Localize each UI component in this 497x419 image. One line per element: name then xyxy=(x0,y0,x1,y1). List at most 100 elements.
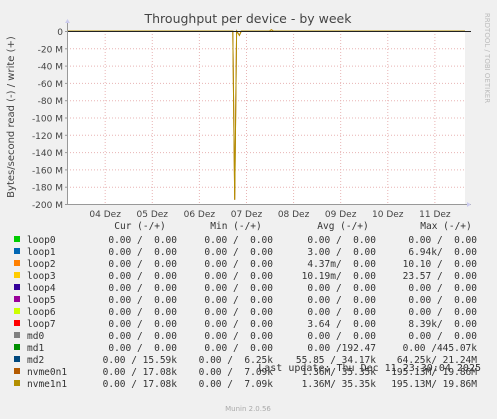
y-tick-label: -140 M xyxy=(32,149,63,159)
legend-max: 10.10 / 0.00 xyxy=(403,259,478,270)
legend-name: loop3 xyxy=(27,271,56,282)
legend-avg: 4.37m/ 0.00 xyxy=(307,259,376,270)
legend-avg: 0.00 / 0.00 xyxy=(307,307,376,318)
y-axis-ticks: 0 -20 M -40 M -60 M -80 M -100 M -120 M -140 M -… xyxy=(32,28,67,211)
legend-min: 0.00 / 7.09k xyxy=(199,379,274,390)
legend-swatch xyxy=(14,260,20,266)
legend-swatch xyxy=(14,296,20,302)
x-tick-label: 09 Dez xyxy=(325,210,357,220)
y-tick-label: -180 M xyxy=(32,184,63,194)
legend-name: loop0 xyxy=(27,235,56,246)
legend-min: 0.00 / 0.00 xyxy=(204,295,273,306)
legend-max: 6.94k/ 0.00 xyxy=(408,247,477,258)
legend-name: md2 xyxy=(27,355,44,366)
legend-swatch xyxy=(14,368,20,374)
legend-avg: 3.64 / 0.00 xyxy=(307,319,376,330)
y-axis-label: Bytes/second read (-) / write (+) xyxy=(6,36,17,198)
legend-cur: 0.00 / 0.00 xyxy=(108,235,177,246)
legend-max: 8.39k/ 0.00 xyxy=(408,319,477,330)
legend-max: 0.00 / 0.00 xyxy=(408,331,477,342)
legend-cur: 0.00 / 0.00 xyxy=(108,343,177,354)
legend-header: Avg (-/+) xyxy=(317,221,368,232)
x-tick-label: 11 Dez xyxy=(419,210,451,220)
y-tick-label: -100 M xyxy=(32,115,63,125)
legend-cur: 0.00 / 0.00 xyxy=(108,283,177,294)
legend-avg: 10.19m/ 0.00 xyxy=(302,271,377,282)
chart-title: Throughput per device - by week xyxy=(144,11,353,26)
legend-avg: 0.00 /192.47 xyxy=(307,343,376,354)
legend-max: 0.00 / 0.00 xyxy=(408,295,477,306)
legend-name: md0 xyxy=(27,331,44,342)
legend-min: 0.00 / 0.00 xyxy=(204,331,273,342)
y-tick-label: -160 M xyxy=(32,166,63,176)
legend-min: 0.00 / 0.00 xyxy=(204,235,273,246)
rrdtool-credit: RRDTOOL / TOBI OETIKER xyxy=(483,13,491,103)
legend-swatch xyxy=(14,320,20,326)
y-tick-label: 0 xyxy=(57,28,63,38)
legend-cur: 0.00 / 0.00 xyxy=(108,271,177,282)
legend-swatch xyxy=(14,356,20,362)
y-tick-label: -40 M xyxy=(38,63,63,73)
legend-cur: 0.00 / 0.00 xyxy=(108,247,177,258)
legend-name: loop2 xyxy=(27,259,56,270)
legend-swatch xyxy=(14,236,20,242)
y-tick-label: -120 M xyxy=(32,132,63,142)
legend-cur: 0.00 / 0.00 xyxy=(108,331,177,342)
legend-name: loop5 xyxy=(27,295,56,306)
y-axis-arrow-icon xyxy=(65,19,70,23)
legend-min: 0.00 / 0.00 xyxy=(204,319,273,330)
legend-avg: 0.00 / 0.00 xyxy=(307,235,376,246)
x-tick-label: 10 Dez xyxy=(372,210,404,220)
legend-swatch xyxy=(14,308,20,314)
legend-name: loop1 xyxy=(27,247,56,258)
legend-cur: 0.00 / 0.00 xyxy=(108,259,177,270)
legend-min: 0.00 / 0.00 xyxy=(204,343,273,354)
legend-min: 0.00 / 0.00 xyxy=(204,259,273,270)
legend-header: Min (-/+) xyxy=(210,221,261,232)
legend-cur: 0.00 / 0.00 xyxy=(108,307,177,318)
legend-header: Cur (-/+) xyxy=(114,221,165,232)
legend-max: 23.57 / 0.00 xyxy=(403,271,478,282)
legend-min: 0.00 / 0.00 xyxy=(204,307,273,318)
legend-cur: 0.00 / 17.08k xyxy=(103,367,178,378)
legend-name: loop6 xyxy=(27,307,56,318)
legend-avg: 0.00 / 0.00 xyxy=(307,331,376,342)
x-tick-label: 06 Dez xyxy=(184,210,216,220)
y-tick-label: -60 M xyxy=(38,80,63,90)
legend-header: Max (-/+) xyxy=(420,221,471,232)
legend-min: 0.00 / 0.00 xyxy=(204,247,273,258)
y-tick-label: -80 M xyxy=(38,97,63,107)
legend-swatch xyxy=(14,272,20,278)
legend-avg: 0.00 / 0.00 xyxy=(307,283,376,294)
legend-avg: 0.00 / 0.00 xyxy=(307,295,376,306)
legend-name: loop4 xyxy=(27,283,56,294)
x-axis-ticks: 04 Dez 05 Dez 06 Dez 07 Dez 08 Dez 09 Dez 10 D… xyxy=(89,210,450,220)
legend-max: 195.13M/ 19.86M xyxy=(391,379,477,390)
legend-swatch xyxy=(14,284,20,290)
legend-name: loop7 xyxy=(27,319,56,330)
y-tick-label: -200 M xyxy=(32,201,63,211)
legend-cur: 0.00 / 0.00 xyxy=(108,295,177,306)
legend-name: nvme0n1 xyxy=(27,367,67,378)
legend-name: nvme1n1 xyxy=(27,379,67,390)
legend-max: 0.00 / 0.00 xyxy=(408,235,477,246)
legend-min: 0.00 / 0.00 xyxy=(204,271,273,282)
x-tick-label: 07 Dez xyxy=(231,210,263,220)
x-tick-label: 05 Dez xyxy=(137,210,169,220)
legend-max: 0.00 / 0.00 xyxy=(408,283,477,294)
legend-swatch xyxy=(14,332,20,338)
last-update: Last update: Thu Dec 11 23:30:04 2025 xyxy=(258,363,481,374)
legend-avg: 1.36M/ 35.35k xyxy=(302,379,377,390)
legend-swatch xyxy=(14,344,20,350)
legend-cur: 0.00 / 15.59k xyxy=(103,355,178,366)
legend-cur: 0.00 / 17.08k xyxy=(103,379,178,390)
x-tick-label: 08 Dez xyxy=(278,210,310,220)
legend-min: 0.00 / 0.00 xyxy=(204,283,273,294)
munin-version: Munin 2.0.56 xyxy=(225,405,271,413)
legend-swatch xyxy=(14,380,20,386)
y-tick-label: -20 M xyxy=(38,45,63,55)
legend-max: 0.00 / 0.00 xyxy=(408,307,477,318)
legend-cur: 0.00 / 0.00 xyxy=(108,319,177,330)
x-axis-arrow-icon xyxy=(467,202,471,207)
x-tick-label: 04 Dez xyxy=(89,210,121,220)
